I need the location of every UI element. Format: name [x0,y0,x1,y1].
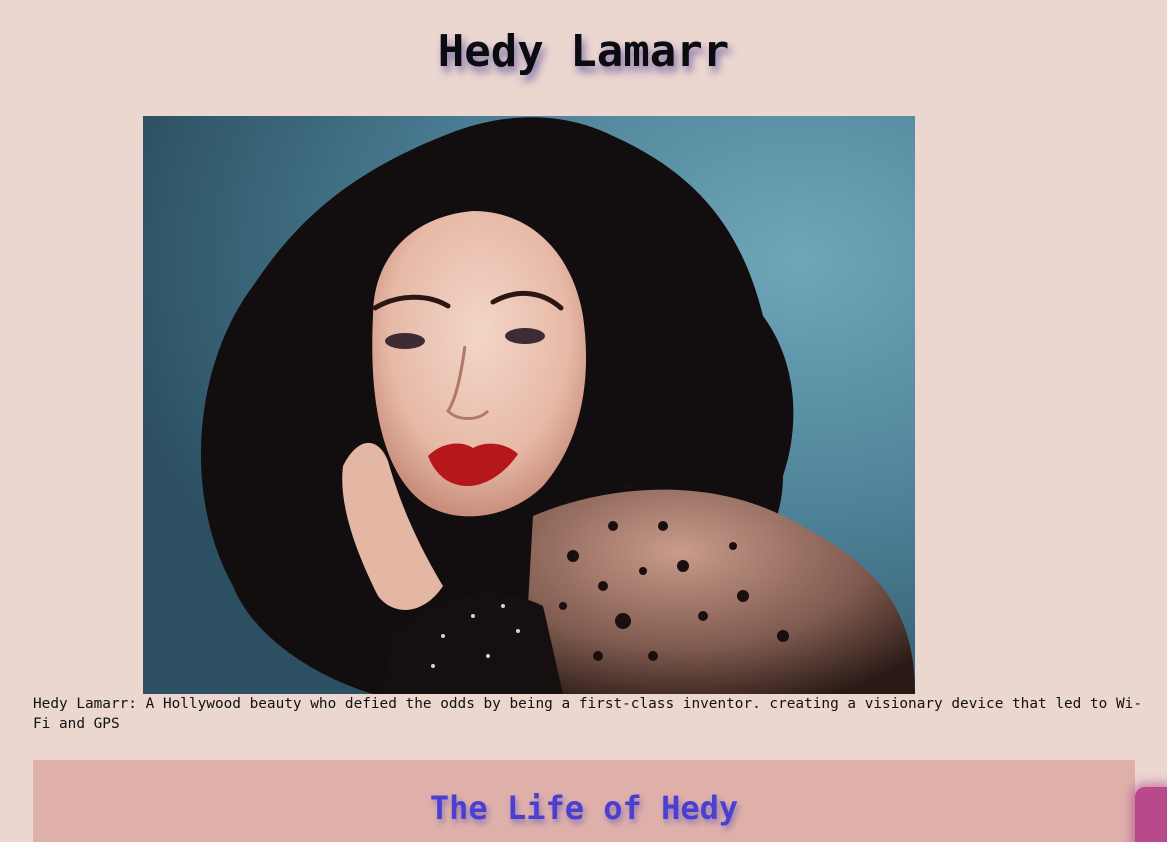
image-caption: Hedy Lamarr: A Hollywood beauty who defi… [33,696,1142,732]
side-decoration [1135,787,1167,842]
right-eye [505,328,545,344]
life-section: The Life of Hedy [33,760,1135,842]
page-title: Hedy Lamarr [437,26,730,77]
portrait-image [143,116,915,694]
left-eye [385,333,425,349]
life-section-heading: The Life of Hedy [429,789,739,827]
